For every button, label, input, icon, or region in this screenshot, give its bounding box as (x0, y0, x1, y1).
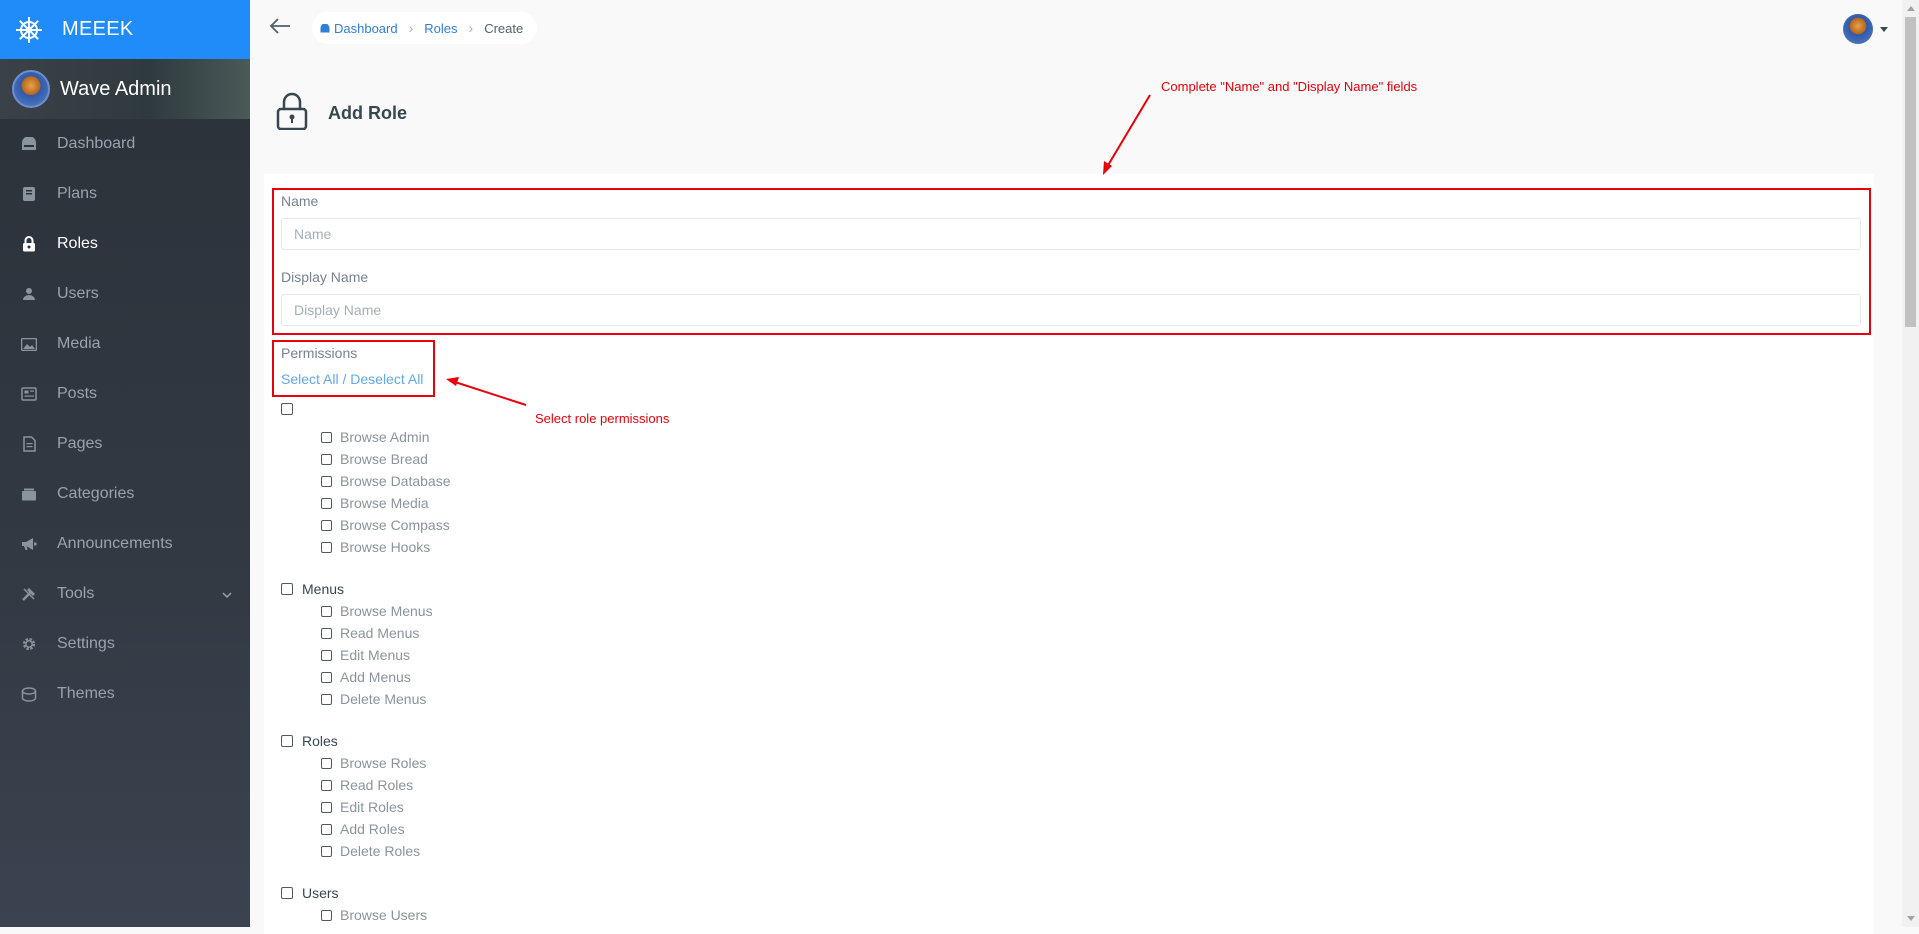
scroll-thumb[interactable] (1905, 17, 1916, 327)
arrow-icon (1103, 94, 1151, 175)
scroll-up-icon[interactable] (1907, 6, 1915, 11)
page-scrollbar[interactable] (1902, 0, 1919, 927)
scroll-down-icon[interactable] (1907, 916, 1915, 921)
arrow-icon (446, 377, 527, 406)
annotation-arrows (446, 94, 1151, 406)
